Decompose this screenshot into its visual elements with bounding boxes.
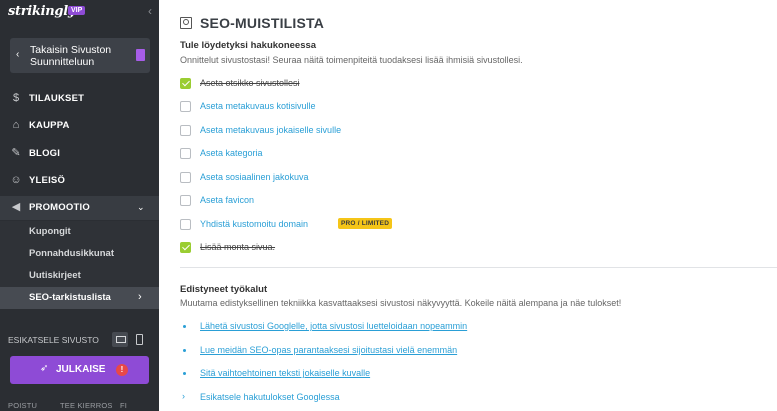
section-subtitle-found: Onnittelut sivustostasi! Seuraa näitä to… xyxy=(180,55,523,65)
rocket-icon: ➶ xyxy=(40,363,49,374)
sidebar-item-orders[interactable]: $ TILAUKSET xyxy=(0,87,159,111)
checkbox[interactable] xyxy=(180,195,191,206)
checklist-item-label: Lisää monta sivua. xyxy=(200,242,276,252)
checklist-item[interactable]: Aseta metakuvaus jokaiselle sivulle xyxy=(180,124,580,138)
sidebar-subitem-popups[interactable]: Ponnahdusikkunat xyxy=(0,243,159,265)
sidebar-item-store[interactable]: ⌂ KAUPPA xyxy=(0,114,159,138)
sidebar-subitem-label: SEO-tarkistuslista xyxy=(29,292,111,303)
back-to-design-button[interactable]: ‹ Takaisin Sivuston Suunnitteluun xyxy=(10,38,150,73)
section-title-tools: Edistyneet työkalut xyxy=(180,284,268,295)
publish-label: JULKAISE xyxy=(56,364,106,375)
users-icon: ☺ xyxy=(10,174,22,186)
tool-link-label[interactable]: Sitä vaihtoehtoinen teksti jokaiselle ku… xyxy=(200,368,370,378)
tool-link-label[interactable]: Lähetä sivustosi Googlelle, jotta sivust… xyxy=(200,321,467,331)
alert-badge: ! xyxy=(116,364,128,376)
document-icon xyxy=(136,49,145,61)
tool-link-label[interactable]: Lue meidän SEO-opas parantaaksesi sijoit… xyxy=(200,345,457,355)
bullet xyxy=(183,349,186,352)
sidebar-footer: POISTU TEE KIERROS FI xyxy=(0,399,159,411)
sidebar-subitem-label: Ponnahdusikkunat xyxy=(29,248,114,259)
sidebar-item-audience[interactable]: ☺ YLEISÖ xyxy=(0,169,159,193)
checklist-item-label[interactable]: Aseta metakuvaus kotisivulle xyxy=(200,101,316,111)
checklist-item[interactable]: Lisää monta sivua. xyxy=(180,241,580,255)
checklist-item-label[interactable]: Aseta favicon xyxy=(200,195,254,205)
mobile-preview-icon[interactable] xyxy=(134,333,143,346)
back-button-label: Takaisin Sivuston Suunnitteluun xyxy=(30,44,112,68)
tool-link-seo-guide[interactable]: Lue meidän SEO-opas parantaaksesi sijoit… xyxy=(180,344,600,358)
seo-checklist-icon xyxy=(180,17,192,29)
preview-site-row: ESIKATSELE SIVUSTO xyxy=(0,329,159,351)
section-subtitle-tools: Muutama edistyksellinen tekniikka kasvat… xyxy=(180,298,622,308)
sidebar-item-promotion[interactable]: ◀ PROMOOTIO ⌄ xyxy=(0,196,159,220)
divider xyxy=(180,267,777,268)
pen-icon: ✎ xyxy=(11,147,21,159)
sidebar-item-label: BLOGI xyxy=(29,148,61,159)
chevron-right-icon: › xyxy=(182,391,185,401)
chevron-right-icon: › xyxy=(138,291,142,303)
checklist-item-label[interactable]: Aseta kategoria xyxy=(200,148,263,158)
strikingly-logo[interactable]: strikingly xyxy=(8,4,75,19)
desktop-preview-icon[interactable] xyxy=(112,332,128,347)
tool-link-submit-google[interactable]: Lähetä sivustosi Googlelle, jotta sivust… xyxy=(180,320,600,334)
tool-link-label[interactable]: Esikatsele hakutulokset Googlessa xyxy=(200,392,340,402)
sidebar-subitem-coupons[interactable]: Kupongit xyxy=(0,221,159,243)
sidebar-item-label: PROMOOTIO xyxy=(29,202,90,213)
sidebar-item-label: KAUPPA xyxy=(29,120,70,131)
checkbox[interactable] xyxy=(180,101,191,112)
sidebar-subitem-newsletters[interactable]: Uutiskirjeet xyxy=(0,265,159,287)
sidebar-subitem-label: Uutiskirjeet xyxy=(29,270,81,281)
megaphone-icon: ◀ xyxy=(11,201,21,213)
chevron-down-icon: ⌄ xyxy=(137,202,145,212)
main-content: SEO-MUISTILISTA Tule löydetyksi hakukone… xyxy=(168,0,777,411)
pro-limited-badge: PRO / LIMITED xyxy=(338,218,393,229)
exit-link[interactable]: POISTU xyxy=(8,401,37,410)
bullet xyxy=(183,372,186,375)
checkbox[interactable] xyxy=(180,125,191,136)
page-title: SEO-MUISTILISTA xyxy=(200,15,325,31)
checkbox[interactable] xyxy=(180,219,191,230)
take-tour-link[interactable]: TEE KIERROS xyxy=(60,401,113,410)
language-link[interactable]: FI xyxy=(120,401,127,410)
checklist-item[interactable]: Aseta sosiaalinen jakokuva xyxy=(180,171,580,185)
preview-site-label: ESIKATSELE SIVUSTO xyxy=(8,335,99,345)
vip-badge: VIP xyxy=(68,6,86,15)
tool-link-preview-google[interactable]: › Esikatsele hakutulokset Googlessa xyxy=(180,391,600,405)
checkbox[interactable] xyxy=(180,242,191,253)
checklist-item-label[interactable]: Yhdistä kustomoitu domain xyxy=(200,219,308,229)
store-icon: ⌂ xyxy=(12,119,20,131)
checklist-item[interactable]: Aseta metakuvaus kotisivulle xyxy=(180,100,580,114)
checklist-item[interactable]: Aseta favicon xyxy=(180,194,580,208)
publish-button[interactable]: ➶ JULKAISE ! xyxy=(10,356,149,384)
tool-link-alt-text[interactable]: Sitä vaihtoehtoinen teksti jokaiselle ku… xyxy=(180,367,600,381)
sidebar: strikingly VIP ‹ ‹ Takaisin Sivuston Suu… xyxy=(0,0,159,411)
sidebar-item-label: TILAUKSET xyxy=(29,93,85,104)
section-title-found: Tule löydetyksi hakukoneessa xyxy=(180,40,317,51)
checklist-item[interactable]: Aseta kategoria xyxy=(180,147,580,161)
dollar-icon: $ xyxy=(12,92,20,104)
sidebar-subitem-seo-checklist[interactable]: SEO-tarkistuslista › xyxy=(0,287,159,309)
sidebar-item-blog[interactable]: ✎ BLOGI xyxy=(0,142,159,166)
checklist-item-label[interactable]: Aseta sosiaalinen jakokuva xyxy=(200,172,309,182)
collapse-sidebar-icon[interactable]: ‹ xyxy=(148,4,152,18)
checklist-item-label: Aseta otsikko sivustollesi xyxy=(200,78,300,88)
checkbox[interactable] xyxy=(180,148,191,159)
checklist-item[interactable]: Yhdistä kustomoitu domain PRO / LIMITED xyxy=(180,218,580,232)
sidebar-subitem-label: Kupongit xyxy=(29,226,71,237)
sidebar-item-label: YLEISÖ xyxy=(29,175,66,186)
bullet xyxy=(183,325,186,328)
checkbox[interactable] xyxy=(180,172,191,183)
checkbox[interactable] xyxy=(180,78,191,89)
chevron-left-icon: ‹ xyxy=(16,49,20,60)
checklist-item[interactable]: Aseta otsikko sivustollesi xyxy=(180,77,580,91)
sidebar-header: strikingly VIP ‹ xyxy=(0,0,159,24)
checklist-item-label[interactable]: Aseta metakuvaus jokaiselle sivulle xyxy=(200,125,341,135)
